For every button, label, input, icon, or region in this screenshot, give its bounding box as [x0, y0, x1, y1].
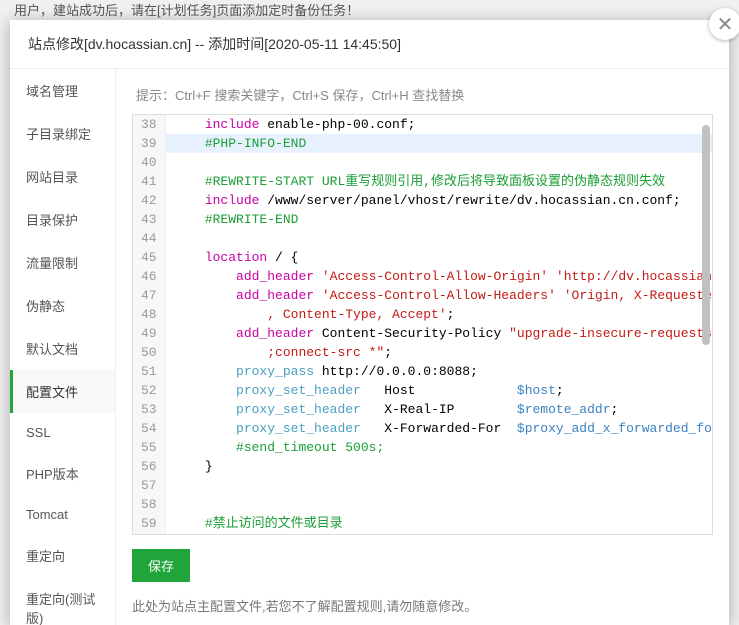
sidebar-item-5[interactable]: 伪静态	[10, 284, 115, 327]
sidebar-item-0[interactable]: 域名管理	[10, 69, 115, 112]
code-line[interactable]: #REWRITE-START URL重写规则引用,修改后将导致面板设置的伪静态规…	[166, 172, 712, 191]
modal: 站点修改[dv.hocassian.cn] -- 添加时间[2020-05-11…	[10, 20, 729, 625]
modal-header: 站点修改[dv.hocassian.cn] -- 添加时间[2020-05-11…	[10, 20, 729, 69]
modal-body: 域名管理子目录绑定网站目录目录保护流量限制伪静态默认文档配置文件SSLPHP版本…	[10, 69, 729, 625]
sidebar-item-8[interactable]: SSL	[10, 413, 115, 452]
code-line[interactable]: add_header Content-Security-Policy "upgr…	[166, 324, 712, 343]
sidebar-item-2[interactable]: 网站目录	[10, 155, 115, 198]
footer-note: 此处为站点主配置文件,若您不了解配置规则,请勿随意修改。	[132, 596, 713, 615]
code-line[interactable]: proxy_set_header X-Real-IP $remote_addr;	[166, 400, 712, 419]
scrollbar-thumb[interactable]	[702, 125, 710, 345]
line-gutter: 3839404142434445464748495051525354555657…	[133, 115, 166, 534]
sidebar-item-4[interactable]: 流量限制	[10, 241, 115, 284]
sidebar-item-3[interactable]: 目录保护	[10, 198, 115, 241]
code-line[interactable]	[166, 495, 712, 514]
editor-hint: 提示：Ctrl+F 搜索关键字，Ctrl+S 保存，Ctrl+H 查找替换	[136, 85, 713, 104]
code-line[interactable]: proxy_set_header Host $host;	[166, 381, 712, 400]
sidebar-item-12[interactable]: 重定向(测试版)	[10, 577, 115, 625]
code-line[interactable]: #send_timeout 500s;	[166, 438, 712, 457]
code-line[interactable]: #禁止访问的文件或目录	[166, 514, 712, 533]
code-line[interactable]: #PHP-INFO-END	[166, 134, 712, 153]
code-line[interactable]	[166, 476, 712, 495]
code-line[interactable]: #REWRITE-END	[166, 210, 712, 229]
code-line[interactable]: add_header 'Access-Control-Allow-Origin'…	[166, 267, 712, 286]
code-line[interactable]: ;connect-src *";	[166, 343, 712, 362]
sidebar-item-10[interactable]: Tomcat	[10, 495, 115, 534]
sidebar-item-7[interactable]: 配置文件	[10, 370, 115, 413]
code-line[interactable]: proxy_pass http://0.0.0.0:8088;	[166, 362, 712, 381]
close-button[interactable]: ✕	[709, 8, 739, 40]
content-area: 提示：Ctrl+F 搜索关键字，Ctrl+S 保存，Ctrl+H 查找替换 38…	[116, 69, 729, 625]
code-line[interactable]: include /www/server/panel/vhost/rewrite/…	[166, 191, 712, 210]
code-line[interactable]: include enable-php-00.conf;	[166, 115, 712, 134]
code-line[interactable]: , Content-Type, Accept';	[166, 305, 712, 324]
sidebar: 域名管理子目录绑定网站目录目录保护流量限制伪静态默认文档配置文件SSLPHP版本…	[10, 69, 116, 625]
sidebar-item-1[interactable]: 子目录绑定	[10, 112, 115, 155]
code-line[interactable]: location / {	[166, 248, 712, 267]
code-line[interactable]	[166, 229, 712, 248]
code-line[interactable]: }	[166, 457, 712, 476]
sidebar-item-9[interactable]: PHP版本	[10, 452, 115, 495]
sidebar-item-11[interactable]: 重定向	[10, 534, 115, 577]
code-editor[interactable]: 3839404142434445464748495051525354555657…	[132, 114, 713, 535]
code-line[interactable]: proxy_set_header X-Forwarded-For $proxy_…	[166, 419, 712, 438]
bg-hint: 用户，建站成功后，请在[计划任务]页面添加定时备份任务！	[14, 0, 359, 19]
save-button[interactable]: 保存	[132, 549, 190, 582]
modal-title: 站点修改[dv.hocassian.cn] -- 添加时间[2020-05-11…	[28, 36, 401, 52]
close-icon: ✕	[717, 12, 734, 37]
code-area[interactable]: include enable-php-00.conf; #PHP-INFO-EN…	[166, 115, 712, 534]
code-line[interactable]	[166, 153, 712, 172]
code-line[interactable]: add_header 'Access-Control-Allow-Headers…	[166, 286, 712, 305]
sidebar-item-6[interactable]: 默认文档	[10, 327, 115, 370]
